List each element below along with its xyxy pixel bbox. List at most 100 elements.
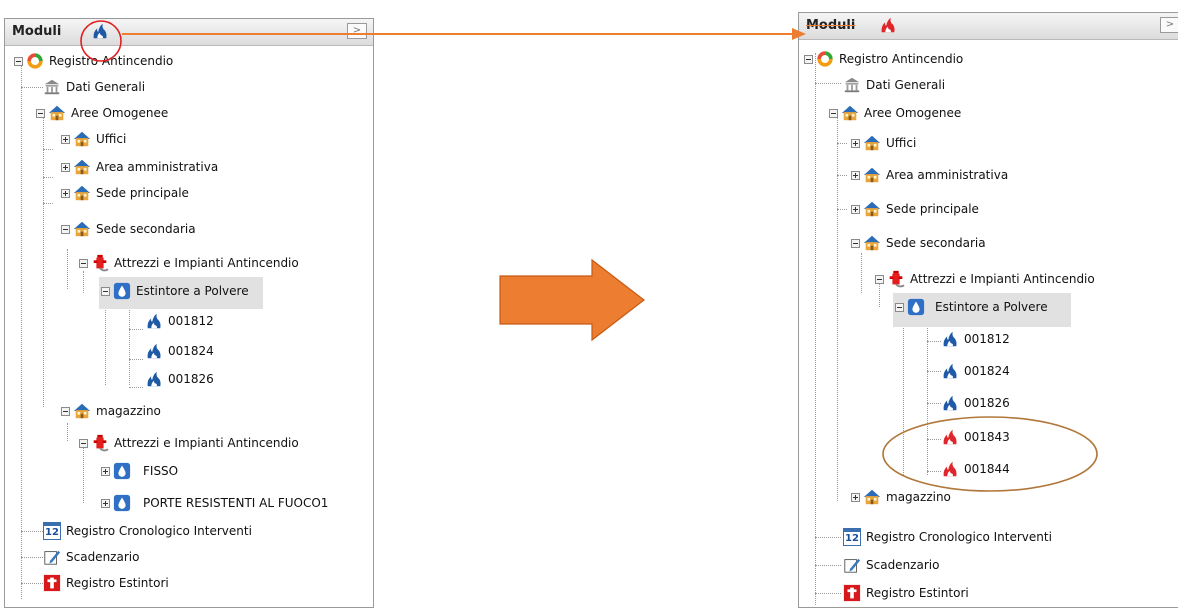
tree-node-item[interactable]: 001812 [145,311,214,331]
house-icon [73,184,91,202]
collapse-toggle[interactable] [101,286,110,296]
collapse-button[interactable]: > [1160,17,1178,33]
tree-node-uffici[interactable]: Uffici [851,133,916,153]
building-icon [843,76,861,94]
tree-node-item[interactable]: 001824 [941,361,1010,381]
flame-blue-icon [941,394,959,412]
collapse-toggle[interactable] [804,54,813,64]
collapse-toggle[interactable] [895,302,904,312]
right-modules-panel: Moduli > Registro Antincendio Dati Gener… [798,12,1178,608]
expand-toggle[interactable] [101,466,110,476]
highlight-circle [80,20,122,62]
tree-node-area-amministrativa[interactable]: Area amministrativa [61,157,218,177]
tree-node-scadenzario[interactable]: Scadenzario [43,547,139,567]
tree-node-area-amministrativa[interactable]: Area amministrativa [851,165,1008,185]
connector-arrow-line [122,33,798,35]
tree-node-registro-cronologico[interactable]: 12 Registro Cronologico Interventi [43,521,252,541]
tree-node-attrezzi[interactable]: Attrezzi e Impianti Antincendio [79,253,299,273]
collapse-toggle[interactable] [875,274,884,284]
tree-node-dati-generali[interactable]: Dati Generali [43,77,145,97]
tree-node-aree-omogenee[interactable]: Aree Omogenee [36,103,168,123]
collapse-toggle[interactable] [851,238,860,248]
expand-toggle[interactable] [851,492,860,502]
collapse-toggle[interactable] [14,56,23,66]
expand-toggle[interactable] [851,170,860,180]
tree-node-item[interactable]: 001826 [941,393,1010,413]
tree-node-scadenzario[interactable]: Scadenzario [843,555,939,575]
house-icon [73,220,91,238]
tree-node-registro-estintori[interactable]: Registro Estintori [43,573,169,593]
house-icon [841,104,859,122]
tree-node-estintore-polvere[interactable]: Estintore a Polvere [101,281,249,301]
flame-blue-icon [145,342,163,360]
tree-node-estintore-polvere[interactable]: Estintore a Polvere [895,297,1048,317]
collapse-button[interactable]: > [347,23,367,39]
tree-node-sede-principale[interactable]: Sede principale [61,183,189,203]
tree-node-sede-principale[interactable]: Sede principale [851,199,979,219]
house-icon [48,104,66,122]
house-icon [73,158,91,176]
estintori-icon [843,584,861,602]
flame-blue-icon [941,330,959,348]
tree-node-dati-generali[interactable]: Dati Generali [843,75,945,95]
left-modules-panel: Moduli > Registro Antincendio Dati Gener… [4,18,374,608]
expand-toggle[interactable] [61,188,70,198]
collapse-toggle[interactable] [61,406,70,416]
tree-node-aree-omogenee[interactable]: Aree Omogenee [829,103,961,123]
expand-toggle[interactable] [61,134,70,144]
tree-node-magazzino[interactable]: magazzino [61,401,161,421]
water-drop-icon [113,494,131,512]
house-icon [863,166,881,184]
collapse-toggle[interactable] [829,108,838,118]
tree-node-sede-secondaria[interactable]: Sede secondaria [61,219,196,239]
hydrant-icon [91,434,109,452]
building-icon [43,78,61,96]
hydrant-icon [887,270,905,288]
tree-node-registro-antincendio[interactable]: Registro Antincendio [804,49,963,69]
calendar-icon: 12 [43,522,61,540]
tree-node-registro-cronologico[interactable]: 12 Registro Cronologico Interventi [843,527,1052,547]
tree-node-item[interactable]: 001826 [145,369,214,389]
flame-blue-icon [941,362,959,380]
house-icon [863,200,881,218]
tree-node-attrezzi-magazzino[interactable]: Attrezzi e Impianti Antincendio [79,433,299,453]
big-right-arrow [499,258,645,342]
hydrant-icon [91,254,109,272]
expand-toggle[interactable] [61,162,70,172]
registro-ring-icon [816,50,834,68]
connector-arrow-head [792,28,806,40]
expand-toggle[interactable] [101,498,110,508]
registro-ring-icon [26,52,44,70]
tree-node-sede-secondaria[interactable]: Sede secondaria [851,233,986,253]
tree-node-fisso[interactable]: FISSO [101,461,178,481]
note-edit-icon [843,556,861,574]
expand-toggle[interactable] [851,204,860,214]
tree-node-registro-estintori[interactable]: Registro Estintori [843,583,969,603]
estintori-icon [43,574,61,592]
tree-node-porte[interactable]: PORTE RESISTENTI AL FUOCO1 [101,493,328,513]
flame-red-icon[interactable] [879,16,897,34]
tree-node-item[interactable]: 001824 [145,341,214,361]
collapse-toggle[interactable] [61,224,70,234]
note-edit-icon [43,548,61,566]
house-icon [73,130,91,148]
collapse-toggle[interactable] [36,108,45,118]
water-drop-icon [907,298,925,316]
tree-node-attrezzi[interactable]: Attrezzi e Impianti Antincendio [875,269,1095,289]
water-drop-icon [113,462,131,480]
expand-toggle[interactable] [851,138,860,148]
tree-node-item[interactable]: 001812 [941,329,1010,349]
new-items-oval [882,416,1098,492]
tree-node-uffici[interactable]: Uffici [61,129,126,149]
house-icon [863,134,881,152]
house-icon [863,234,881,252]
collapse-toggle[interactable] [79,438,88,448]
panel-header: Moduli > [799,13,1178,40]
flame-blue-icon [145,370,163,388]
panel-title: Moduli [806,18,856,33]
house-icon [863,488,881,506]
collapse-toggle[interactable] [79,258,88,268]
calendar-icon: 12 [843,528,861,546]
house-icon [73,402,91,420]
flame-blue-icon [145,312,163,330]
